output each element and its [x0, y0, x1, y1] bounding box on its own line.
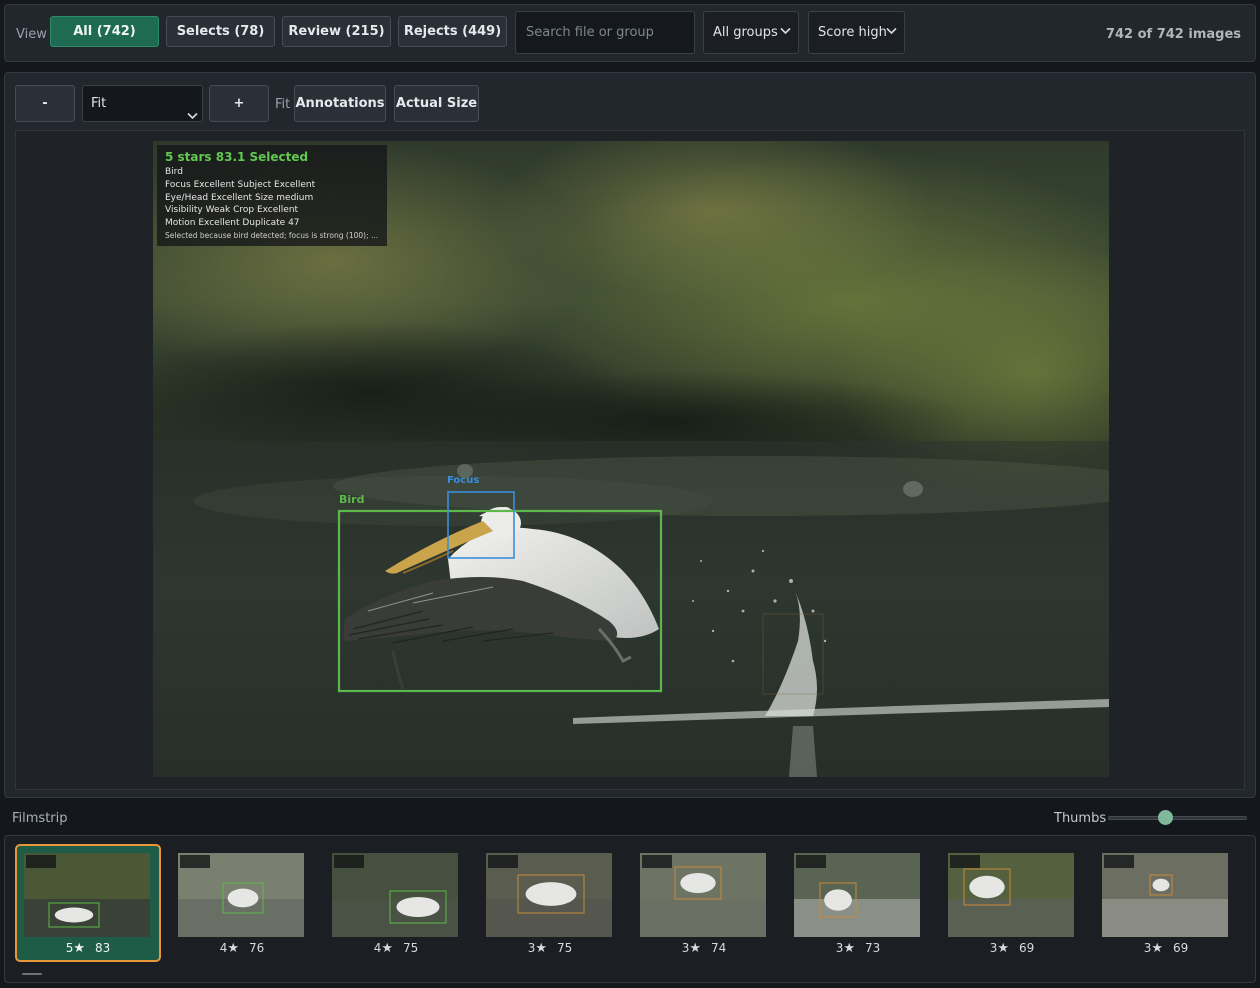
chevron-down-icon [886, 12, 900, 53]
sort-select-value: Score high [818, 25, 887, 40]
group-select-value: All groups [713, 25, 778, 40]
overlay-line: Motion Excellent Duplicate 47 [165, 218, 300, 229]
star-icon: ★ [689, 941, 701, 956]
thumb-image [178, 853, 304, 937]
star-icon: ★ [997, 941, 1009, 956]
thumb-image [1102, 853, 1228, 937]
focus-box-label: Focus [447, 475, 480, 486]
thumb-score: 4★ 76 [171, 941, 313, 956]
thumb-image [332, 853, 458, 937]
thumb-size-slider-handle[interactable] [1158, 810, 1173, 825]
image-viewer-panel: - Fit + Fit Annotations Actual Size 5 st… [4, 72, 1256, 798]
thumb-score: 3★ 69 [941, 941, 1083, 956]
filter-review-button[interactable]: Review (215) [282, 16, 391, 47]
overlay-line: Focus Excellent Subject Excellent [165, 179, 316, 190]
star-icon: ★ [1151, 941, 1163, 956]
thumb-score-value: 83 [95, 941, 111, 955]
thumb-score-value: 69 [1019, 941, 1035, 955]
overlay-line: Eye/Head Excellent Size medium [165, 192, 314, 203]
star-icon: ★ [843, 941, 855, 956]
image-count: 742 of 742 images [1105, 27, 1241, 42]
thumb-image [24, 853, 150, 937]
view-label: View [16, 27, 47, 42]
filmstrip: 5★ 83 4★ 76 4★ 75 3★ 75 3★ 74 3★ 73 3★ 69 3★ 69 [4, 835, 1256, 983]
thumb-score-value: 69 [1173, 941, 1189, 955]
overlay-line: Bird [165, 167, 183, 177]
score-overlay: 5 stars 83.1 Selected Bird Focus Excelle… [157, 145, 387, 246]
chevron-down-icon [187, 99, 198, 134]
filter-all-button[interactable]: All (742) [50, 16, 159, 47]
overlay-reason: Selected because bird detected; focus is… [165, 230, 379, 240]
zoom-out-button[interactable]: - [15, 85, 75, 122]
thumb-score-value: 75 [403, 941, 419, 955]
overlay-header: 5 stars 83.1 Selected [165, 150, 309, 164]
star-icon: ★ [381, 941, 393, 956]
zoom-select[interactable]: Fit [82, 85, 203, 122]
zoom-in-button[interactable]: + [209, 85, 269, 122]
filter-rejects-button[interactable]: Rejects (449) [398, 16, 507, 47]
filmstrip-scrollbar[interactable] [22, 973, 42, 975]
annotations-button[interactable]: Annotations [294, 85, 386, 122]
thumb-score: 3★ 74 [633, 941, 775, 956]
zoom-level-label: Fit [275, 97, 291, 112]
star-icon: ★ [535, 941, 547, 956]
image-canvas[interactable]: 5 stars 83.1 Selected Bird Focus Excelle… [15, 130, 1245, 790]
thumb-score: 5★ 83 [17, 941, 159, 956]
filmstrip-label: Filmstrip [12, 811, 68, 826]
thumb-score-value: 76 [249, 941, 265, 955]
thumbs-size-label: Thumbs [1054, 811, 1107, 826]
thumb-score: 3★ 75 [479, 941, 621, 956]
chevron-down-icon [780, 12, 794, 53]
thumb-score: 3★ 69 [1095, 941, 1237, 956]
filmstrip-thumb[interactable]: 3★ 69 [939, 844, 1085, 962]
search-input[interactable] [515, 11, 695, 54]
thumb-score: 4★ 75 [325, 941, 467, 956]
filmstrip-thumb[interactable]: 3★ 75 [477, 844, 623, 962]
zoom-select-value: Fit [91, 96, 107, 111]
thumb-image [948, 853, 1074, 937]
star-icon: ★ [227, 941, 239, 956]
filmstrip-thumb[interactable]: 3★ 69 [1093, 844, 1239, 962]
thumb-image [640, 853, 766, 937]
thumb-score: 3★ 73 [787, 941, 929, 956]
overlay-line: Visibility Weak Crop Excellent [165, 205, 299, 216]
thumb-score-value: 73 [865, 941, 881, 955]
group-select[interactable]: All groups [703, 11, 799, 54]
star-icon: ★ [73, 941, 85, 956]
thumb-size-slider-track[interactable] [1108, 816, 1247, 820]
filter-selects-button[interactable]: Selects (78) [166, 16, 275, 47]
bird-box-label: Bird [339, 493, 365, 506]
view-toolbar: View All (742) Selects (78) Review (215)… [4, 4, 1256, 62]
thumb-image [486, 853, 612, 937]
sort-select[interactable]: Score high [808, 11, 905, 54]
filmstrip-thumb[interactable]: 3★ 73 [785, 844, 931, 962]
filmstrip-thumb[interactable]: 4★ 76 [169, 844, 315, 962]
filmstrip-thumb[interactable]: 3★ 74 [631, 844, 777, 962]
filmstrip-thumb[interactable]: 5★ 83 [15, 844, 161, 962]
thumb-score-value: 75 [557, 941, 573, 955]
thumb-score-value: 74 [711, 941, 727, 955]
filmstrip-thumb[interactable]: 4★ 75 [323, 844, 469, 962]
main-photo: 5 stars 83.1 Selected Bird Focus Excelle… [153, 141, 1109, 777]
thumb-image [794, 853, 920, 937]
actual-size-button[interactable]: Actual Size [394, 85, 479, 122]
